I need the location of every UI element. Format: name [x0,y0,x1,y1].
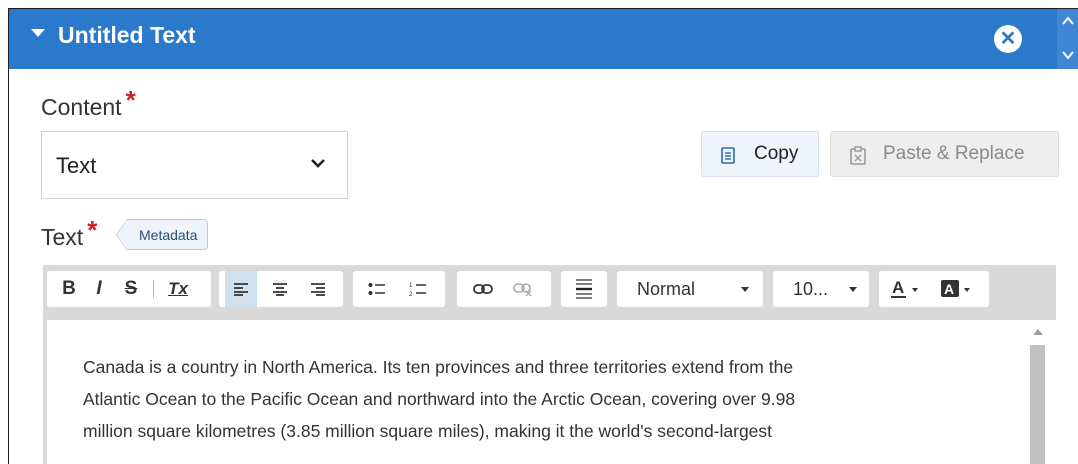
background-color-icon: A [941,280,970,297]
content-label: Content * [41,85,136,122]
body-line: million square kilometres (3.85 million … [83,421,773,441]
panel-title: Untitled Text [58,22,196,48]
content-label-text: Content [41,94,122,120]
alignment-group [219,271,343,307]
unlink-icon [513,283,532,297]
text-color-icon: A [891,278,918,298]
numbered-list-button[interactable]: 12 [401,271,435,307]
link-group [457,271,551,307]
bold-button[interactable]: B [55,271,83,307]
format-dropdown[interactable]: Normal [617,271,763,307]
content-select-value: Text [56,153,97,178]
svg-text:A: A [944,281,954,297]
link-icon [473,284,493,294]
required-marker: * [87,215,98,245]
paste-icon [850,146,866,165]
background-color-button[interactable]: A [937,271,983,307]
align-right-button[interactable] [303,271,333,307]
bulleted-list-icon [368,283,385,295]
font-size-value: 10... [793,279,829,299]
text-style-group: B I S Tx [47,271,211,307]
metadata-tag[interactable]: Metadata [115,219,209,251]
panel-header[interactable]: Untitled Text ✕ [9,9,1078,69]
horizontal-rule-icon [576,279,592,299]
editor-scrollbar[interactable] [1027,320,1047,464]
scrollbar-thumb[interactable] [1030,345,1045,464]
chevron-down-icon [1062,51,1074,60]
horizontal-rule-button[interactable] [567,271,601,307]
svg-text:A: A [892,279,904,297]
body-line: Canada is a country in North America. It… [83,357,794,377]
font-size-dropdown[interactable]: 10... [773,271,869,307]
align-center-button[interactable] [265,271,295,307]
content-select[interactable]: Text [41,131,348,199]
align-left-icon [234,283,248,296]
strikethrough-button[interactable]: S [117,271,145,307]
paste-replace-button[interactable]: Paste & Replace [830,131,1059,177]
caret-down-icon [741,287,749,292]
copy-icon [721,147,735,164]
divider-group [561,271,607,307]
resize-handle[interactable] [1057,9,1078,69]
rich-text-editor: B I S Tx 1 2 Normal 10... A A Canada is … [43,265,1056,464]
svg-text:1: 1 [409,283,413,289]
bulleted-list-button[interactable] [361,271,393,307]
link-button[interactable] [467,271,499,307]
italic-button[interactable]: I [85,271,113,307]
scroll-up-arrow-icon[interactable] [1033,329,1043,335]
clear-format-button[interactable]: Tx [161,271,195,307]
align-left-button[interactable] [225,271,257,307]
caret-down-icon [849,287,857,292]
close-icon[interactable]: ✕ [994,25,1022,53]
svg-text:2: 2 [409,292,413,297]
required-marker: * [125,85,136,115]
text-color-button[interactable]: A [887,271,933,307]
chevron-down-icon [311,159,325,168]
editor-content[interactable]: Canada is a country in North America. It… [47,320,1056,464]
copy-button[interactable]: Copy [701,131,819,177]
align-right-icon [311,283,325,296]
body-line: Atlantic Ocean to the Pacific Ocean and … [83,389,796,409]
editor-toolbar: B I S Tx 1 2 Normal 10... A A [43,265,1056,317]
chevron-up-icon [1062,16,1074,25]
text-panel: Untitled Text ✕ Content * Text Copy Paste… [8,8,1078,464]
numbered-list-icon: 12 [409,283,426,298]
copy-button-label: Copy [754,143,799,164]
paste-replace-label: Paste & Replace [883,143,1025,164]
divider [153,280,154,298]
collapse-caret-icon[interactable] [31,29,45,37]
format-dropdown-value: Normal [637,279,696,299]
list-group: 12 [353,271,445,307]
color-group: A A [879,271,989,307]
text-label-text: Text [41,224,84,250]
text-label: Text * [41,215,97,252]
unlink-button[interactable] [507,271,539,307]
align-center-icon [273,283,287,296]
